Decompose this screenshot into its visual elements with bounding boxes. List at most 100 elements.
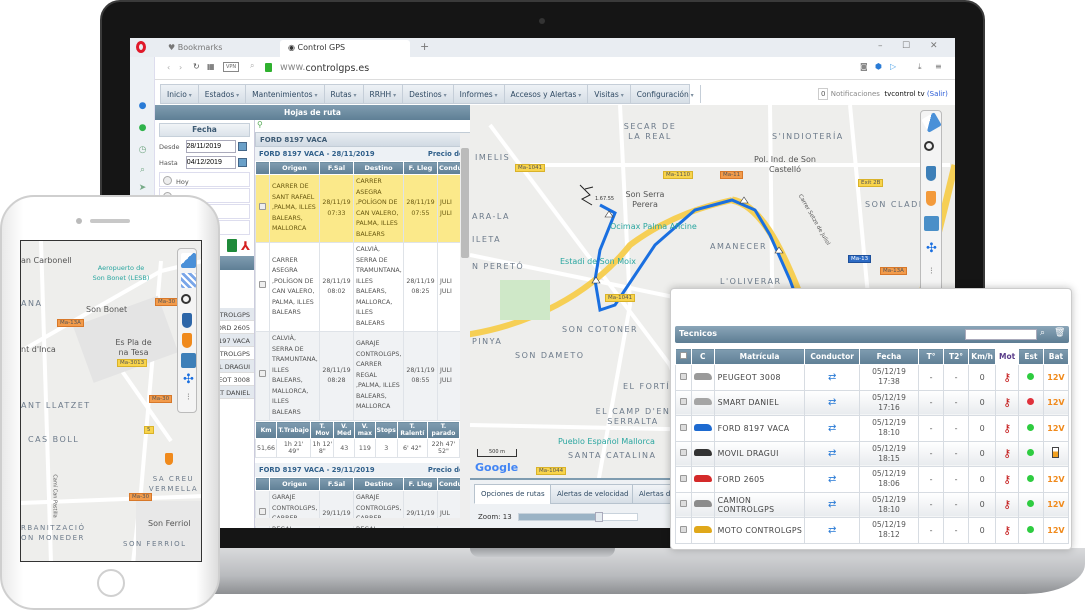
row-checkbox[interactable] <box>679 525 687 533</box>
vpn-badge[interactable]: VPN <box>223 62 240 72</box>
row-checkbox[interactable] <box>259 370 266 378</box>
row-checkbox[interactable] <box>679 372 687 380</box>
minimize-icon[interactable]: – <box>878 41 883 51</box>
swap-driver-icon[interactable]: ⇄ <box>828 372 836 383</box>
tab-alertas-de-velocidad[interactable]: Alertas de velocidad <box>550 484 636 504</box>
column-header[interactable]: T2° <box>943 348 969 365</box>
column-header[interactable]: Conductor <box>804 348 860 365</box>
column-header[interactable]: Fecha <box>858 348 920 365</box>
whatsapp-icon[interactable]: ● <box>137 123 148 134</box>
url-input[interactable] <box>280 61 580 75</box>
orange-marker-icon[interactable] <box>182 333 192 348</box>
menu-item[interactable]: Mantenimientos <box>246 85 325 103</box>
column-header[interactable]: C <box>690 348 715 365</box>
search-icon[interactable]: ⚲ <box>255 120 470 132</box>
new-tab-button[interactable]: + <box>412 40 437 57</box>
forward-icon[interactable]: › <box>179 63 182 72</box>
tecnico-row[interactable]: MOVIL DRAGUI ⇄ 05/12/19 18:15- -0 ⚷ <box>675 440 1070 467</box>
zoom-slider-thumb[interactable] <box>595 512 604 522</box>
row-checkbox[interactable] <box>679 500 687 508</box>
tab-bookmarks[interactable]: ♥ Bookmarks <box>160 40 230 57</box>
blue-marker-icon[interactable] <box>182 313 192 328</box>
magnifier-icon[interactable] <box>181 294 191 304</box>
tecnico-row[interactable]: SMART DANIEL ⇄ 05/12/19 17:16- -0 ⚷ 12V <box>675 389 1070 416</box>
row-checkbox[interactable] <box>259 202 266 210</box>
building-icon[interactable] <box>924 216 939 231</box>
tab-control-gps[interactable]: ◉ Control GPS <box>280 40 410 57</box>
poi-label[interactable]: Ocimax Palma Aficine <box>610 222 697 232</box>
menu-icon[interactable]: ≡ <box>935 62 942 71</box>
desde-input[interactable] <box>185 140 236 153</box>
menu-item[interactable]: RRHH <box>364 85 404 103</box>
poi-label[interactable]: Pueblo Español Mallorca <box>558 437 655 447</box>
tecnicos-search-input[interactable] <box>965 329 1037 340</box>
vehicle-marker-icon[interactable] <box>165 453 173 465</box>
column-header[interactable]: T° <box>918 348 945 365</box>
close-icon[interactable]: ✕ <box>930 41 938 51</box>
shield-icon[interactable]: ⬢ <box>875 62 882 71</box>
menu-item[interactable]: Rutas <box>325 85 364 103</box>
traffic-light-icon[interactable]: ⁝ <box>924 266 939 281</box>
blue-marker-icon[interactable] <box>926 166 936 181</box>
tecnico-row[interactable]: MOTO CONTROLGPS ⇄ 05/12/19 18:12- -0 ⚷ 12V <box>675 517 1070 544</box>
tecnico-row[interactable]: FORD 8197 VACA ⇄ 05/12/19 18:10- -0 ⚷ 12V <box>675 415 1070 442</box>
menu-item[interactable]: Configuración <box>631 85 701 103</box>
swap-driver-icon[interactable]: ⇄ <box>828 397 836 408</box>
row-checkbox[interactable] <box>259 281 266 289</box>
pdf-export-icon[interactable]: ⅄ <box>241 239 250 253</box>
menu-item[interactable]: Visitas <box>588 85 631 103</box>
history-icon[interactable]: ◷ <box>137 145 148 156</box>
reload-icon[interactable]: ↻ <box>193 62 200 71</box>
calendar-icon[interactable] <box>237 158 247 167</box>
excel-export-icon[interactable] <box>227 239 237 252</box>
camera-icon[interactable]: ◙ <box>860 62 868 71</box>
back-icon[interactable]: ‹ <box>167 63 170 72</box>
notifications[interactable]: 0 Notificaciones tvcontrol tv (Salir) <box>818 88 948 100</box>
row-checkbox[interactable] <box>679 398 687 406</box>
poi-label[interactable]: Estadi de Son Moix <box>560 257 636 267</box>
column-header[interactable]: Bat <box>1042 348 1070 365</box>
swap-driver-icon[interactable]: ⇄ <box>828 448 836 459</box>
option-hoy[interactable]: Hoy <box>159 172 250 187</box>
column-header[interactable]: Km/h <box>967 348 997 365</box>
tecnico-row[interactable]: CAMION CONTROLGPS ⇄ 05/12/19 18:10- -0 ⚷ 12V <box>675 491 1070 518</box>
home-button[interactable] <box>97 569 125 597</box>
search-icon[interactable]: ⌕ <box>1040 328 1045 338</box>
maximize-icon[interactable]: ☐ <box>902 41 910 51</box>
expand-icon[interactable]: ✣ <box>924 241 939 256</box>
trash-icon[interactable]: 🗑 <box>1054 328 1065 338</box>
orange-marker-icon[interactable] <box>926 191 936 206</box>
flow-icon[interactable]: ▷ <box>890 62 896 71</box>
swap-driver-icon[interactable]: ⇄ <box>828 423 836 434</box>
swap-driver-icon[interactable]: ⇄ <box>828 499 836 510</box>
menu-item[interactable]: Estados <box>199 85 247 103</box>
hasta-input[interactable] <box>185 156 236 169</box>
tecnico-row[interactable]: PEUGEOT 3008 ⇄ 05/12/19 17:38- -0 ⚷ 12V <box>675 364 1070 391</box>
logout-link[interactable]: (Salir) <box>927 90 948 98</box>
traffic-light-icon[interactable]: ⁝ <box>181 392 196 407</box>
column-header[interactable]: Est <box>1017 348 1044 365</box>
search-icon[interactable]: ⌕ <box>137 165 148 176</box>
route-row[interactable]: CALVIÀ, SERRA DE TRAMUNTANA, ILLES BALEA… <box>255 331 461 421</box>
row-checkbox[interactable] <box>679 449 687 457</box>
column-header[interactable]: Matrícula <box>713 348 806 365</box>
calendar-icon[interactable] <box>237 142 247 151</box>
phone-map[interactable]: an Carbonell Son Bonet ANA nt d'Inca Es … <box>20 240 202 562</box>
building-icon[interactable] <box>181 353 196 368</box>
menu-item[interactable]: Destinos <box>403 85 454 103</box>
menu-item[interactable]: Accesos y Alertas <box>505 85 589 103</box>
poi-label[interactable]: Aeropuerto de Son Bonet (LESB) <box>91 263 151 283</box>
eraser-icon[interactable] <box>181 253 196 268</box>
menu-item[interactable]: Informes <box>454 85 505 103</box>
route-row[interactable]: CARRER DE SANT RAFAEL ,PALMA, ILLES BALE… <box>255 174 461 243</box>
opera-logo-icon[interactable] <box>136 41 146 53</box>
select-all-checkbox[interactable] <box>675 348 692 365</box>
horizontal-scrollbar[interactable] <box>255 518 460 526</box>
menu-item[interactable]: Inicio <box>161 85 199 103</box>
grid-icon[interactable] <box>181 273 196 288</box>
eraser-icon[interactable] <box>921 112 942 133</box>
expand-icon[interactable]: ✣ <box>181 372 196 387</box>
column-header[interactable]: Mot <box>995 348 1019 365</box>
scrollbar-thumb[interactable] <box>461 148 469 258</box>
send-icon[interactable]: ➤ <box>137 183 148 194</box>
